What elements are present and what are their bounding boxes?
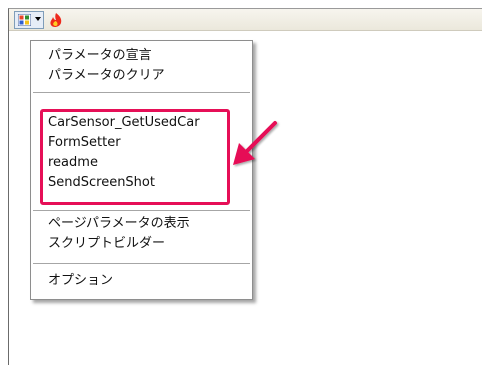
annotation-highlight-box	[40, 109, 230, 205]
annotation-arrow-icon	[233, 121, 277, 165]
menu-item-show-page-params[interactable]: ページパラメータの表示	[48, 215, 190, 233]
toolbar	[9, 9, 482, 31]
context-menu: パラメータの宣言 パラメータのクリア CarSensor_GetUsedCar …	[30, 40, 253, 300]
colored-grid-icon	[18, 14, 31, 26]
chevron-down-icon	[35, 17, 41, 21]
menu-separator	[33, 92, 250, 94]
menu-item-options[interactable]: オプション	[48, 272, 113, 290]
menu-item-declare-params[interactable]: パラメータの宣言	[48, 47, 152, 65]
menu-dropdown-button[interactable]	[14, 11, 44, 29]
flame-icon[interactable]	[49, 12, 63, 28]
menu-separator	[33, 263, 250, 265]
app-window: パラメータの宣言 パラメータのクリア CarSensor_GetUsedCar …	[8, 8, 482, 365]
menu-item-clear-params[interactable]: パラメータのクリア	[48, 67, 165, 85]
menu-item-script-builder[interactable]: スクリプトビルダー	[48, 235, 165, 253]
menu-separator	[33, 210, 250, 212]
